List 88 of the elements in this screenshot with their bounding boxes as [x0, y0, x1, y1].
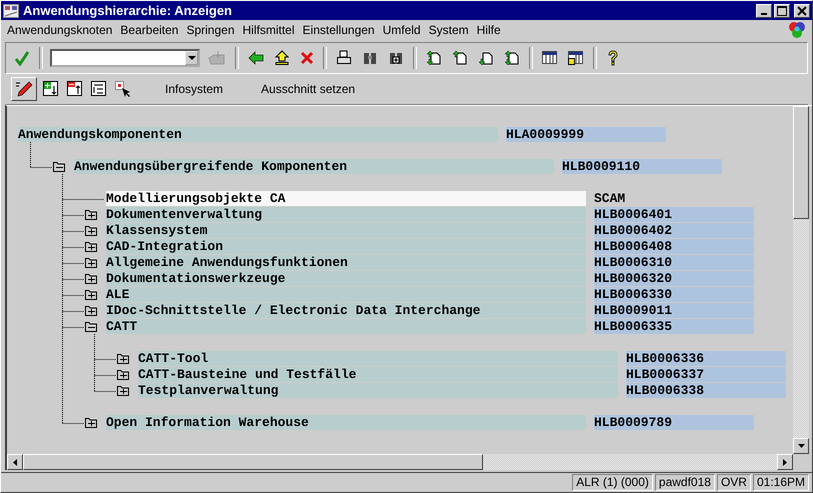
node-text[interactable]: Modellierungsobjekte CA	[106, 191, 586, 206]
node-text[interactable]: Anwendungskomponenten	[18, 127, 498, 142]
node-text[interactable]: Allgemeine Anwendungsfunktionen	[106, 255, 586, 270]
cancel-icon[interactable]	[298, 49, 316, 67]
node-code: HLB0006408	[594, 239, 754, 254]
menu-item[interactable]: Hilfsmittel	[242, 23, 295, 37]
layout-icon[interactable]	[540, 49, 560, 67]
scroll-thumb[interactable]	[793, 106, 809, 219]
folder-icon[interactable]	[85, 288, 97, 300]
node-text[interactable]: CAD-Integration	[106, 239, 586, 254]
app-icon	[3, 4, 19, 18]
folder-icon[interactable]	[85, 224, 97, 236]
folder-icon[interactable]	[85, 320, 97, 332]
menu-item[interactable]: Springen	[186, 23, 235, 37]
node-code: HLB0006336	[626, 351, 786, 366]
window-title: Anwendungshierarchie: Anzeigen	[23, 3, 232, 18]
toolbar-button[interactable]: Infosystem	[159, 81, 230, 97]
collapse-node-icon[interactable]	[65, 79, 85, 99]
node-code: HLB0009789	[594, 415, 754, 430]
node-text[interactable]: Testplanverwaltung	[138, 383, 618, 398]
node-code: HLB0006310	[594, 255, 754, 270]
close-button[interactable]	[794, 4, 810, 18]
node-text[interactable]: CATT-Bausteine und Testfälle	[138, 367, 618, 382]
node-text[interactable]: Open Information Warehouse	[106, 415, 586, 430]
folder-icon[interactable]	[85, 272, 97, 284]
vertical-scrollbar[interactable]	[793, 106, 809, 454]
node-code: SCAM	[594, 191, 626, 206]
command-field[interactable]	[50, 49, 200, 67]
minimize-icon	[761, 12, 767, 14]
menu-item[interactable]: Hilfe	[476, 23, 501, 37]
menu-item[interactable]: System	[428, 23, 469, 37]
edit-pen-icon[interactable]	[11, 77, 37, 101]
status-field: 01:16PM	[752, 474, 809, 491]
node-code: HLA0009999	[506, 127, 666, 142]
left-arrow-icon	[13, 458, 17, 466]
back-arrow-icon[interactable]	[246, 49, 266, 67]
scroll-left-button[interactable]	[7, 454, 23, 470]
right-arrow-icon	[783, 458, 787, 466]
node-code: HLB0009011	[594, 303, 754, 318]
check-icon[interactable]	[12, 48, 32, 68]
expand-node-icon[interactable]	[41, 79, 61, 99]
node-code: HLB0006320	[594, 271, 754, 286]
scroll-thumb[interactable]	[23, 454, 483, 470]
up-arrow-icon[interactable]	[272, 48, 292, 68]
node-text[interactable]: CATT-Tool	[138, 351, 618, 366]
node-text[interactable]: Dokumentationswerkzeuge	[106, 271, 586, 286]
node-code: HLB0006330	[594, 287, 754, 302]
folder-icon[interactable]	[85, 304, 97, 316]
maximize-button[interactable]	[774, 4, 790, 18]
node-code: HLB0006337	[626, 367, 786, 382]
select-pointer-icon[interactable]	[113, 79, 133, 99]
node-code: HLB0006338	[626, 383, 786, 398]
node-code: HLB0006335	[594, 319, 754, 334]
menu-item[interactable]: Bearbeiten	[120, 23, 178, 37]
node-code: HLB0009110	[562, 159, 722, 174]
menu-item[interactable]: Anwendungsknoten	[7, 23, 112, 37]
folder-icon[interactable]	[117, 368, 129, 380]
status-field: pawdf018	[654, 474, 715, 491]
node-text[interactable]: CATT	[106, 319, 586, 334]
status-field: ALR (1) (000)	[572, 474, 653, 491]
menu-item[interactable]: Einstellungen	[302, 23, 375, 37]
folder-icon[interactable]	[117, 352, 129, 364]
down-arrow-icon	[798, 444, 804, 448]
folder-icon[interactable]	[85, 416, 97, 428]
folder-icon[interactable]	[85, 208, 97, 220]
color-wheel-icon	[788, 21, 806, 39]
node-code: HLB0006402	[594, 223, 754, 238]
minimize-button[interactable]	[756, 4, 772, 18]
scroll-right-button[interactable]	[777, 454, 793, 470]
toolbar-button[interactable]: Ausschnitt setzen	[255, 81, 362, 97]
status-field: OVR	[716, 474, 751, 491]
folder-icon[interactable]	[117, 384, 129, 396]
node-text[interactable]: IDoc-Schnittstelle / Electronic Data Interchange	[106, 303, 586, 318]
folder-icon[interactable]	[85, 256, 97, 268]
layout-choose-icon[interactable]	[566, 49, 586, 67]
node-text[interactable]: Dokumentenverwaltung	[106, 207, 586, 222]
scroll-down-button[interactable]	[793, 438, 809, 454]
close-icon	[797, 6, 807, 16]
node-text[interactable]: Klassensystem	[106, 223, 586, 238]
caret-icon	[188, 56, 196, 60]
list-indent-icon[interactable]	[89, 79, 109, 99]
maximize-icon	[777, 6, 787, 16]
node-text[interactable]: ALE	[106, 287, 586, 302]
node-text[interactable]: Anwendungsübergreifende Komponenten	[74, 159, 554, 174]
folder-icon[interactable]	[53, 160, 65, 172]
node-code: HLB0006401	[594, 207, 754, 222]
folder-icon[interactable]	[85, 240, 97, 252]
menu-item[interactable]: Umfeld	[382, 23, 421, 37]
